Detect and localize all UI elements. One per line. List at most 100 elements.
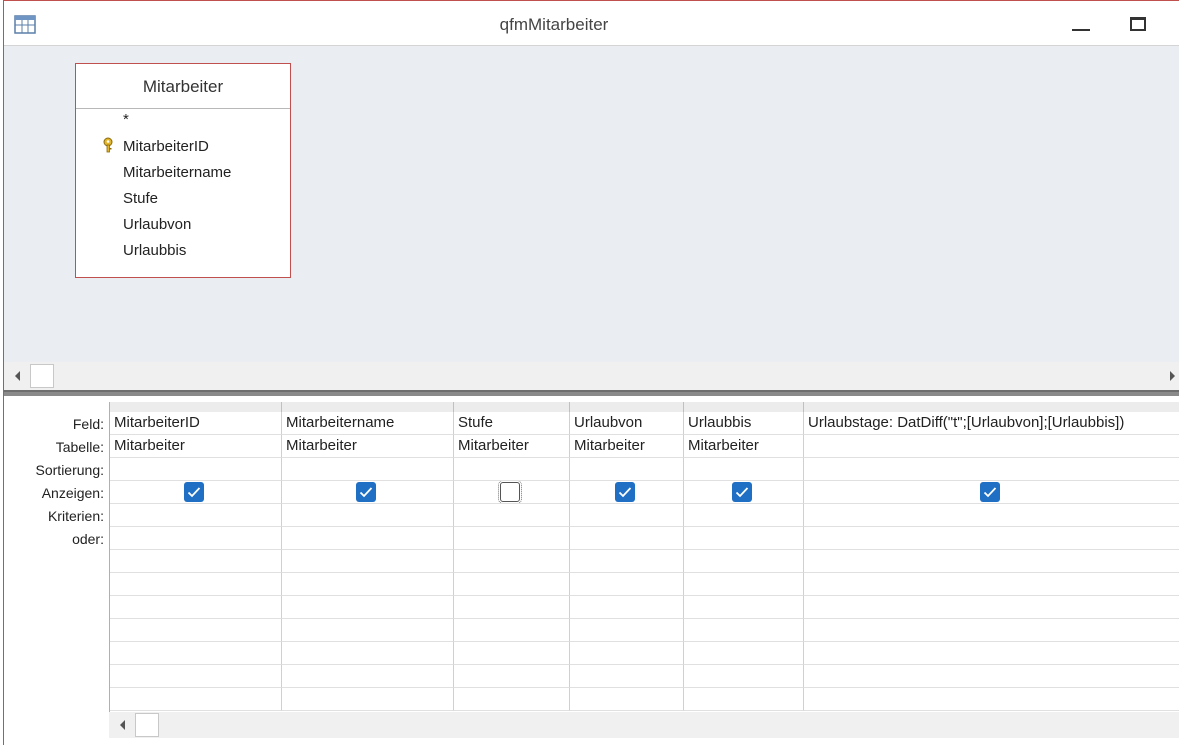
show-checkbox[interactable] bbox=[498, 481, 522, 503]
cell-empty[interactable] bbox=[804, 550, 1179, 573]
design-horizontal-scrollbar[interactable] bbox=[4, 362, 1179, 390]
cell-empty[interactable] bbox=[454, 573, 570, 596]
cell-empty[interactable] bbox=[454, 619, 570, 642]
cell-empty[interactable] bbox=[570, 688, 684, 711]
cell-tabelle[interactable]: Mitarbeiter bbox=[570, 435, 684, 458]
grid-scroll-thumb[interactable] bbox=[135, 713, 159, 737]
cell-empty[interactable] bbox=[110, 550, 282, 573]
cell-oder[interactable] bbox=[684, 527, 804, 550]
cell-anzeigen[interactable] bbox=[454, 481, 570, 504]
cell-empty[interactable] bbox=[804, 596, 1179, 619]
scroll-left-icon[interactable] bbox=[6, 364, 30, 388]
show-checkbox[interactable] bbox=[732, 482, 752, 502]
column-selector[interactable] bbox=[282, 402, 454, 412]
cell-kriterien[interactable] bbox=[684, 504, 804, 527]
cell-empty[interactable] bbox=[684, 596, 804, 619]
maximize-button[interactable] bbox=[1130, 15, 1152, 37]
cell-kriterien[interactable] bbox=[110, 504, 282, 527]
cell-empty[interactable] bbox=[570, 665, 684, 688]
cell-empty[interactable] bbox=[110, 642, 282, 665]
field-mitarbeiterid[interactable]: MitarbeiterID bbox=[123, 138, 209, 155]
column-selector[interactable] bbox=[570, 402, 684, 412]
cell-empty[interactable] bbox=[804, 688, 1179, 711]
cell-anzeigen[interactable] bbox=[282, 481, 454, 504]
cell-empty[interactable] bbox=[282, 642, 454, 665]
cell-empty[interactable] bbox=[282, 665, 454, 688]
cell-empty[interactable] bbox=[454, 596, 570, 619]
cell-empty[interactable] bbox=[804, 642, 1179, 665]
cell-empty[interactable] bbox=[454, 550, 570, 573]
cell-oder[interactable] bbox=[804, 527, 1179, 550]
cell-empty[interactable] bbox=[684, 619, 804, 642]
cell-empty[interactable] bbox=[570, 642, 684, 665]
cell-empty[interactable] bbox=[110, 619, 282, 642]
cell-empty[interactable] bbox=[684, 642, 804, 665]
cell-empty[interactable] bbox=[454, 688, 570, 711]
cell-sortierung[interactable] bbox=[454, 458, 570, 481]
show-checkbox[interactable] bbox=[184, 482, 204, 502]
cell-tabelle[interactable]: Mitarbeiter bbox=[684, 435, 804, 458]
cell-empty[interactable] bbox=[804, 573, 1179, 596]
cell-empty[interactable] bbox=[570, 619, 684, 642]
column-selector[interactable] bbox=[804, 402, 1179, 412]
column-selector[interactable] bbox=[454, 402, 570, 412]
show-checkbox[interactable] bbox=[356, 482, 376, 502]
cell-empty[interactable] bbox=[110, 573, 282, 596]
cell-empty[interactable] bbox=[684, 550, 804, 573]
cell-oder[interactable] bbox=[110, 527, 282, 550]
cell-empty[interactable] bbox=[110, 688, 282, 711]
cell-empty[interactable] bbox=[804, 665, 1179, 688]
cell-feld[interactable]: MitarbeiterID bbox=[110, 412, 282, 435]
cell-sortierung[interactable] bbox=[282, 458, 454, 481]
cell-anzeigen[interactable] bbox=[110, 481, 282, 504]
cell-feld[interactable]: Urlaubstage: DatDiff("t";[Urlaubvon];[Ur… bbox=[804, 412, 1179, 435]
cell-empty[interactable] bbox=[570, 550, 684, 573]
cell-tabelle[interactable]: Mitarbeiter bbox=[282, 435, 454, 458]
minimize-button[interactable] bbox=[1072, 15, 1094, 37]
cell-empty[interactable] bbox=[282, 573, 454, 596]
query-design-grid[interactable]: MitarbeiterID Mitarbeiter Mitarbeitername M… bbox=[109, 402, 1179, 712]
cell-sortierung[interactable] bbox=[570, 458, 684, 481]
scroll-thumb[interactable] bbox=[30, 364, 54, 388]
cell-empty[interactable] bbox=[570, 596, 684, 619]
cell-oder[interactable] bbox=[282, 527, 454, 550]
cell-empty[interactable] bbox=[684, 665, 804, 688]
column-selector[interactable] bbox=[110, 402, 282, 412]
grid-horizontal-scrollbar[interactable] bbox=[109, 712, 1179, 738]
cell-kriterien[interactable] bbox=[454, 504, 570, 527]
show-checkbox[interactable] bbox=[980, 482, 1000, 502]
field-all[interactable]: * bbox=[123, 111, 129, 128]
cell-tabelle[interactable]: Mitarbeiter bbox=[110, 435, 282, 458]
cell-anzeigen[interactable] bbox=[804, 481, 1179, 504]
cell-anzeigen[interactable] bbox=[684, 481, 804, 504]
cell-tabelle[interactable]: Mitarbeiter bbox=[454, 435, 570, 458]
cell-empty[interactable] bbox=[282, 688, 454, 711]
show-checkbox[interactable] bbox=[615, 482, 635, 502]
cell-anzeigen[interactable] bbox=[570, 481, 684, 504]
cell-oder[interactable] bbox=[570, 527, 684, 550]
cell-empty[interactable] bbox=[454, 642, 570, 665]
cell-kriterien[interactable] bbox=[570, 504, 684, 527]
cell-sortierung[interactable] bbox=[804, 458, 1179, 481]
cell-empty[interactable] bbox=[684, 688, 804, 711]
column-selector[interactable] bbox=[684, 402, 804, 412]
table-field-list[interactable]: Mitarbeiter * MitarbeiterID Mitarbeitern… bbox=[75, 63, 291, 278]
cell-empty[interactable] bbox=[110, 596, 282, 619]
cell-oder[interactable] bbox=[454, 527, 570, 550]
cell-kriterien[interactable] bbox=[282, 504, 454, 527]
cell-empty[interactable] bbox=[282, 596, 454, 619]
cell-feld[interactable]: Urlaubbis bbox=[684, 412, 804, 435]
cell-empty[interactable] bbox=[804, 619, 1179, 642]
field-stufe[interactable]: Stufe bbox=[123, 190, 158, 207]
cell-empty[interactable] bbox=[282, 550, 454, 573]
cell-feld[interactable]: Urlaubvon bbox=[570, 412, 684, 435]
field-mitarbeitername[interactable]: Mitarbeitername bbox=[123, 164, 231, 181]
cell-kriterien[interactable] bbox=[804, 504, 1179, 527]
grid-scroll-left-icon[interactable] bbox=[111, 713, 135, 737]
cell-empty[interactable] bbox=[282, 619, 454, 642]
cell-feld[interactable]: Stufe bbox=[454, 412, 570, 435]
field-urlaubbis[interactable]: Urlaubbis bbox=[123, 242, 186, 259]
cell-sortierung[interactable] bbox=[684, 458, 804, 481]
cell-sortierung[interactable] bbox=[110, 458, 282, 481]
cell-empty[interactable] bbox=[570, 573, 684, 596]
